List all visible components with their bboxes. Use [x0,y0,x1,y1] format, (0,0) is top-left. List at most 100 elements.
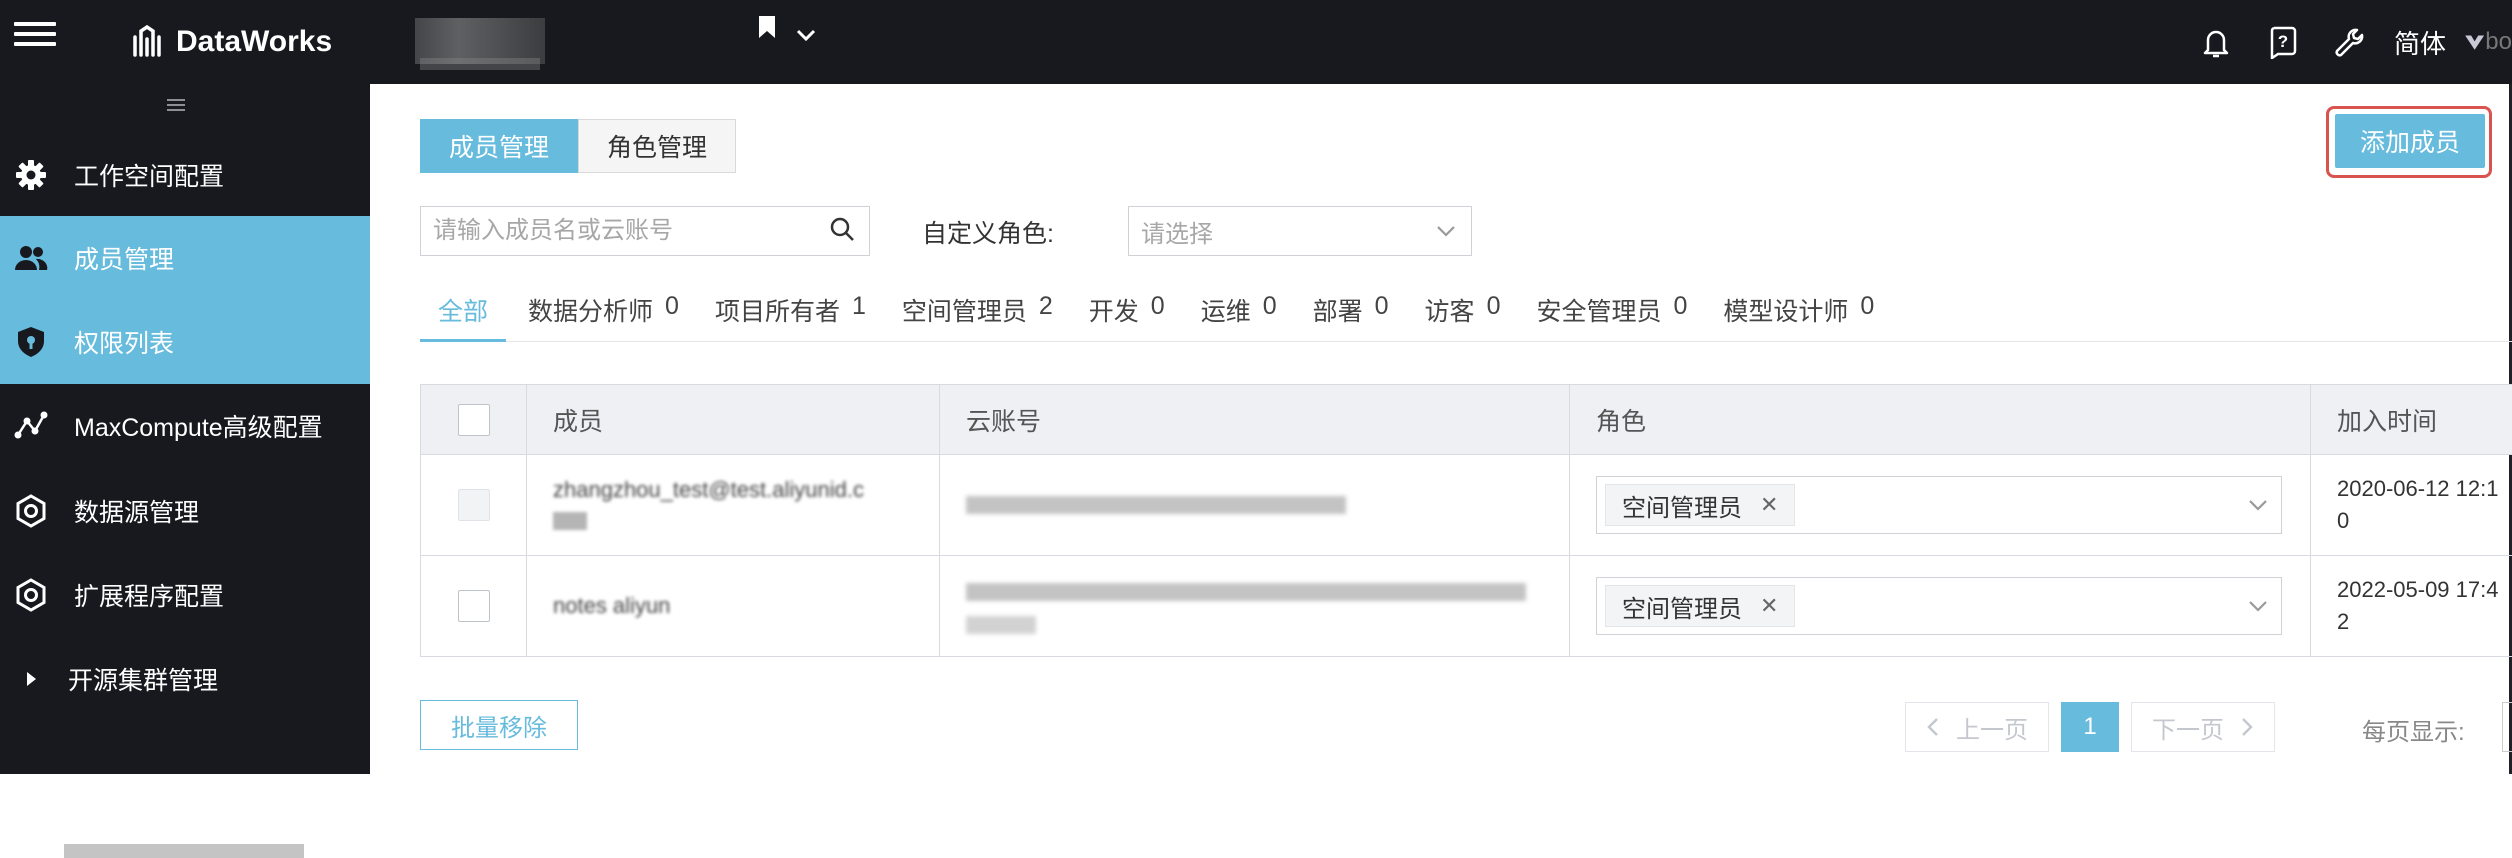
sidebar-item-label: 扩展程序配置 [74,583,225,611]
join-time-cell: 2022-05-09 17:4 2 [2310,556,2512,656]
graph-icon [14,409,48,443]
member-search-input[interactable] [421,217,829,245]
column-header-role: 角色 [1569,385,2310,454]
dataworks-logo-icon [133,25,161,57]
per-page-label: 每页显示: [2362,719,2465,746]
svg-text:?: ? [2278,32,2288,51]
sidebar-overflow-item [64,844,304,858]
users-icon [14,241,48,275]
role-filter-tabs: 全部 数据分析师 0 项目所有者 1 空间管理员 2 开发 0 运维 0 部署 0 访客 0 … [420,292,2512,342]
remove-role-icon[interactable]: ✕ [1760,593,1778,619]
sidebar-item-label: 数据源管理 [74,499,200,527]
user-menu[interactable]: bo [2464,27,2512,57]
table-row: zhangzhou_test@test.aliyunid.c 空间管理员 ✕ 2… [420,455,2512,556]
bell-icon[interactable] [2200,25,2232,59]
column-header-cloud-account: 云账号 [939,385,1569,454]
row-select-cell [420,556,526,656]
user-avatar-icon [2465,35,2485,50]
workspace-dropdown-chevron-icon[interactable] [795,28,817,47]
next-page-button[interactable]: 下一页 [2131,702,2275,752]
add-member-button[interactable]: 添加成员 [2335,114,2485,168]
select-all-checkbox[interactable] [457,403,490,436]
role-select[interactable]: 空间管理员 ✕ [1596,476,2282,534]
role-tag: 空间管理员 ✕ [1605,585,1796,627]
sidebar-item-permission-list[interactable]: 权限列表 [0,300,370,384]
filter-tab-deployer[interactable]: 部署 0 [1299,292,1403,342]
member-name-redacted: zhangzhou_test@test.aliyunid.c [553,475,864,535]
tab-member-management[interactable]: 成员管理 [420,119,579,173]
role-select[interactable]: 空间管理员 ✕ [1596,577,2282,635]
chevron-down-icon [2249,601,2267,612]
chevron-left-icon [1927,718,1938,736]
sidebar-item-label: MaxCompute高级配置 [74,414,323,442]
shield-icon [14,325,48,359]
cloud-account-cell [939,455,1569,555]
filter-tab-workspace-admin[interactable]: 空间管理员 2 [888,292,1067,342]
wrench-icon[interactable] [2334,26,2366,58]
gear-icon [14,158,48,192]
caret-right-icon [14,662,48,696]
hamburger-menu-icon[interactable] [14,16,56,58]
sidebar-item-label: 成员管理 [74,246,175,274]
filter-tab-data-analyst[interactable]: 数据分析师 0 [514,292,693,342]
sidebar-item-maxcompute-config[interactable]: MaxCompute高级配置 [0,384,370,468]
row-checkbox[interactable] [457,590,490,622]
help-icon[interactable]: ? [2268,25,2298,59]
pagination: 上一页 1 下一页 [1905,702,2275,752]
member-cell: zhangzhou_test@test.aliyunid.c [526,455,939,555]
sidebar-item-datasource-management[interactable]: 数据源管理 [0,469,370,553]
role-cell: 空间管理员 ✕ [1569,556,2310,656]
product-name: DataWorks [176,25,333,58]
cloud-account-cell [939,556,1569,656]
dataworks-logo[interactable]: DataWorks [130,18,332,66]
language-switch[interactable]: 简体 [2394,24,2446,61]
member-table: 成员 云账号 角色 加入时间 zhangzhou_test@test.aliyu… [420,384,2512,657]
custom-role-label: 自定义角色: [922,220,1054,248]
sidebar-item-label: 工作空间配置 [74,163,225,191]
per-page-select[interactable] [2502,702,2512,752]
select-all-cell [420,385,526,454]
column-header-member: 成员 [526,385,939,454]
role-cell: 空间管理员 ✕ [1569,455,2310,555]
filter-tab-developer[interactable]: 开发 0 [1075,292,1179,342]
filter-tab-all[interactable]: 全部 [420,292,507,342]
member-cell: notes aliyun [526,556,939,656]
role-tag: 空间管理员 ✕ [1605,484,1796,526]
member-name-redacted: notes aliyun [553,593,671,618]
management-tabs: 成员管理 角色管理 [420,119,737,173]
filter-tab-model-designer[interactable]: 模型设计师 0 [1709,292,1888,342]
sidebar: 工作空间配置 成员管理 权限列表 MaxCompute高级配置 数据源管理 扩展… [0,84,370,858]
page-number-current[interactable]: 1 [2061,702,2119,752]
remove-role-icon[interactable]: ✕ [1760,492,1778,518]
filter-tab-visitor[interactable]: 访客 0 [1411,292,1515,342]
member-search-box [420,206,870,256]
sidebar-item-opensource-cluster[interactable]: 开源集群管理 [0,637,370,721]
table-row: notes aliyun 空间管理员 ✕ 2022-05-09 17:4 2 [420,556,2512,657]
sidebar-item-member-management[interactable]: 成员管理 [0,216,370,300]
sidebar-item-extension-config[interactable]: 扩展程序配置 [0,553,370,637]
row-select-cell [420,455,526,555]
column-header-join-time: 加入时间 [2310,385,2512,454]
sidebar-item-workspace-config[interactable]: 工作空间配置 [0,133,370,217]
chevron-right-icon [2242,718,2253,736]
cloud-account-redacted [966,578,1526,635]
chevron-down-icon [1437,226,1455,237]
filter-tab-project-owner[interactable]: 项目所有者 1 [701,292,880,342]
collapse-sidebar-icon[interactable] [167,96,185,114]
main-content: 成员管理 角色管理 添加成员 自定义角色: 请选择 全部 数据分析师0 项目所有… [370,84,2512,774]
tab-role-management[interactable]: 角色管理 [578,119,737,173]
datasource-icon [14,494,48,528]
sidebar-item-label: 开源集群管理 [68,667,219,695]
row-checkbox[interactable] [457,489,490,521]
custom-role-placeholder: 请选择 [1141,220,1213,248]
top-bar: DataWorks ? 简体 bo [0,0,2512,84]
join-time-cell: 2020-06-12 12:1 0 [2310,455,2512,555]
bulk-remove-button[interactable]: 批量移除 [420,700,578,750]
search-icon[interactable] [829,216,855,247]
bookmark-icon[interactable] [756,14,778,45]
extension-icon [14,578,48,612]
filter-tab-operations[interactable]: 运维 0 [1187,292,1291,342]
prev-page-button[interactable]: 上一页 [1905,702,2049,752]
custom-role-select[interactable]: 请选择 [1128,206,1472,256]
filter-tab-security-admin[interactable]: 安全管理员 0 [1522,292,1701,342]
